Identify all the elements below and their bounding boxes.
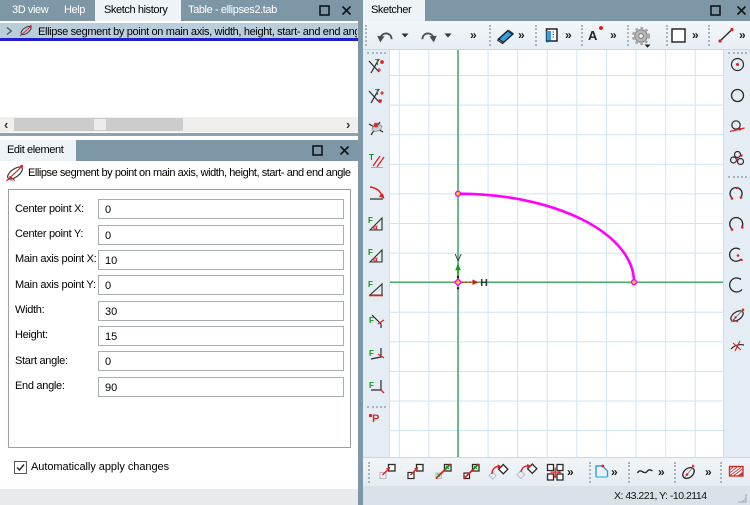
svg-text:V: V (455, 252, 462, 264)
svg-text:α: α (373, 223, 378, 232)
svg-text:T: T (375, 58, 380, 67)
svg-text:F: F (369, 381, 374, 390)
svg-text:F: F (368, 280, 373, 289)
svg-text:F: F (369, 349, 374, 358)
svg-text:H: H (480, 277, 487, 289)
svg-text:T: T (369, 153, 374, 162)
svg-text:F: F (369, 316, 374, 325)
svg-text:T: T (375, 88, 380, 97)
svg-text:α: α (373, 255, 378, 264)
